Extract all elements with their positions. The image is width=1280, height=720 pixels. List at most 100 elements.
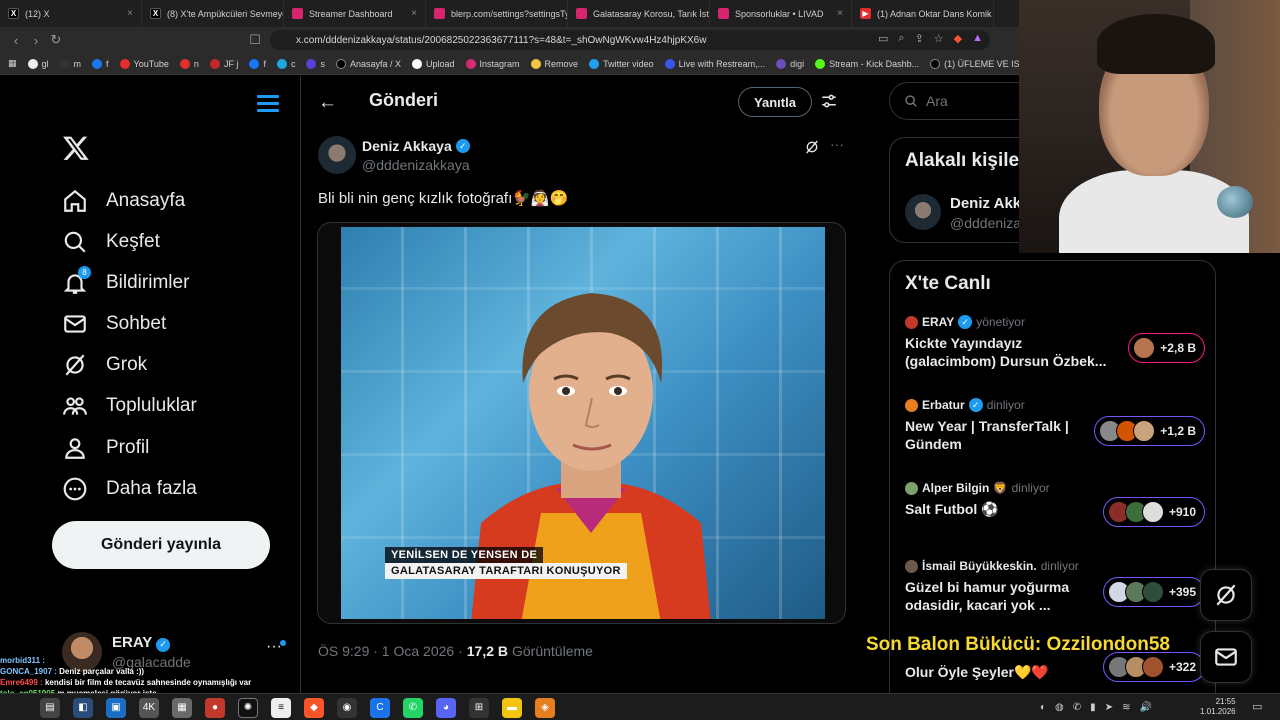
close-icon[interactable]: × xyxy=(837,8,843,19)
avatar[interactable] xyxy=(318,136,356,174)
chatgpt-icon[interactable]: ✺ xyxy=(238,697,258,718)
browser-tab[interactable]: Sponsorluklar • LIVAD × xyxy=(710,0,852,27)
bookmark-item[interactable]: f xyxy=(92,58,109,69)
browser-tab[interactable]: X(8) X'te Ampükcüleri Sevmeyen× xyxy=(142,0,284,27)
bookmark-item[interactable]: Twitter video xyxy=(589,58,654,69)
browser-tab[interactable]: Streamer Dashboard × xyxy=(284,0,426,27)
cast-icon[interactable]: ▭ xyxy=(878,32,888,45)
listeners-pill[interactable]: +910 xyxy=(1102,497,1205,527)
x-logo-icon[interactable] xyxy=(62,134,90,162)
app-icon[interactable]: ▣ xyxy=(106,697,126,718)
bookmark-item[interactable]: c xyxy=(276,58,295,69)
more-options-icon[interactable]: ··· xyxy=(830,136,844,152)
back-icon[interactable]: ‹ xyxy=(6,33,26,48)
discord-icon[interactable]: ◕ xyxy=(436,697,456,718)
tray-icon[interactable]: ◐ xyxy=(1040,702,1046,713)
volume-icon[interactable]: 🔊 xyxy=(1139,702,1151,713)
listeners-pill[interactable]: +322 xyxy=(1102,652,1205,682)
rewards-icon[interactable]: ▲ xyxy=(972,32,983,45)
tweet-timestamp[interactable]: ÖS 9:29 · 1 Oca 2026 · xyxy=(318,643,463,659)
sidebar-item-more[interactable]: Daha fazla xyxy=(62,474,197,504)
messages-fab-button[interactable] xyxy=(1200,631,1252,683)
menu-icon[interactable] xyxy=(257,95,279,116)
tray-icon[interactable]: ◍ xyxy=(1055,702,1064,713)
app-icon[interactable]: ≡ xyxy=(271,697,291,718)
app-icon[interactable]: ● xyxy=(205,697,225,718)
close-icon[interactable]: × xyxy=(127,8,133,19)
live-item[interactable]: Alper Bilgin 🦁 dinliyor Salt Futbol ⚽ +91… xyxy=(905,481,1205,527)
sidebar-item-grok[interactable]: Grok xyxy=(62,350,147,380)
page-title: Gönderi xyxy=(369,90,439,110)
apps-icon[interactable]: ▦ xyxy=(8,58,17,69)
bookmark-item[interactable]: Stream - Kick Dashb... xyxy=(815,58,919,69)
bookmark-item[interactable]: Remove xyxy=(530,58,578,69)
avatar[interactable] xyxy=(905,194,941,230)
grok-icon xyxy=(65,354,85,376)
sidebar-item-communities[interactable]: Topluluklar xyxy=(62,391,197,421)
listeners-pill[interactable]: +395 xyxy=(1102,577,1205,607)
bookmark-item[interactable]: gl xyxy=(27,58,49,69)
app-icon[interactable]: C xyxy=(370,697,390,718)
folder-icon[interactable]: ▬ xyxy=(502,697,522,718)
grok-fab-button[interactable] xyxy=(1200,569,1252,621)
camera-icon[interactable]: ◉ xyxy=(337,697,357,718)
sidebar-item-home[interactable]: Anasayfa xyxy=(62,186,185,216)
back-arrow-icon[interactable]: ← xyxy=(318,92,337,114)
bookmark-item[interactable]: s xyxy=(306,58,325,69)
sidebar-item-chat[interactable]: Sohbet xyxy=(62,309,166,339)
browser-tab[interactable]: Galatasaray Korosu, Tarık İster× xyxy=(568,0,710,27)
webcam-overlay xyxy=(1019,0,1280,253)
author-handle[interactable]: @dddenizakkaya xyxy=(362,157,470,173)
listeners-pill[interactable]: +1,2 B xyxy=(1094,416,1205,446)
brave-shield-icon[interactable]: ◆ xyxy=(954,32,962,45)
close-icon[interactable]: × xyxy=(411,8,417,19)
browser-tab[interactable]: ▶(1) Adnan Oktar Dans Komik× xyxy=(852,0,994,27)
author-name[interactable]: Deniz Akkaya xyxy=(362,138,452,154)
reply-button[interactable]: Yanıtla xyxy=(738,87,812,117)
taskview-icon[interactable]: ▤ xyxy=(40,697,60,718)
tray-icon[interactable]: ▮ xyxy=(1090,702,1096,713)
listeners-pill[interactable]: +2,8 B xyxy=(1128,333,1205,363)
grok-icon[interactable] xyxy=(804,139,820,155)
tray-icon[interactable]: ✆ xyxy=(1073,702,1081,713)
forward-icon[interactable]: › xyxy=(26,33,46,48)
app-icon[interactable]: ▦ xyxy=(172,697,192,718)
share-icon[interactable]: ⇪ xyxy=(915,32,924,45)
star-icon[interactable]: ☆ xyxy=(934,32,944,45)
live-item[interactable]: Olur Öyle Şeyler💛❤️ +322 xyxy=(905,652,1205,682)
bookmark-item[interactable]: n xyxy=(179,58,199,69)
live-item[interactable]: ERAY ✓ yönetiyor Kickte Yayındayız (galaci… xyxy=(905,315,1205,370)
bookmark-item[interactable]: m xyxy=(59,58,81,69)
wifi-icon[interactable]: ≋ xyxy=(1122,702,1130,713)
bookmark-item[interactable]: digi xyxy=(776,58,804,69)
clock[interactable]: 21:55 1.01.2026 xyxy=(1200,697,1236,717)
sidebar-item-explore[interactable]: Keşfet xyxy=(62,227,160,257)
tweet-media[interactable]: YENİLSEN DE YENSEN DE GALATASARAY TARAFT… xyxy=(317,222,846,624)
bookmark-item[interactable]: JF j xyxy=(209,58,238,69)
browser-tab[interactable]: blerp.com/settings?settingsTy× xyxy=(426,0,568,27)
bookmark-item[interactable]: YouTube xyxy=(119,58,169,69)
bookmark-item[interactable]: f xyxy=(249,58,266,69)
bookmark-icon[interactable]: ☐ xyxy=(245,32,265,48)
reload-icon[interactable]: ↻ xyxy=(46,32,66,48)
zoom-icon[interactable]: ⌕ xyxy=(898,32,904,45)
bookmark-item[interactable]: Instagram xyxy=(465,58,520,69)
live-item[interactable]: İsmail Büyükkeskin. dinliyor Güzel bi ham… xyxy=(905,559,1205,614)
brave-icon[interactable]: ◆ xyxy=(304,697,324,718)
sidebar-item-profile[interactable]: Profil xyxy=(62,433,149,463)
bookmark-item[interactable]: Live with Restream,... xyxy=(664,58,765,69)
bookmark-item[interactable]: Upload xyxy=(411,58,455,69)
browser-tab[interactable]: X (12) X × xyxy=(0,0,142,27)
bookmark-item[interactable]: Anasayfa / X xyxy=(335,58,401,69)
tray-icon[interactable]: ➤ xyxy=(1105,702,1113,713)
app-icon[interactable]: ◈ xyxy=(535,697,555,718)
app-icon[interactable]: ◧ xyxy=(73,697,93,718)
settings-sliders-icon[interactable] xyxy=(820,92,838,110)
whatsapp-icon[interactable]: ✆ xyxy=(403,697,423,718)
app-icon[interactable]: ⊞ xyxy=(469,697,489,718)
post-button[interactable]: Gönderi yayınla xyxy=(52,521,270,569)
sidebar-item-notifications[interactable]: 8 Bildirimler xyxy=(62,266,189,298)
notification-icon[interactable]: ▭ xyxy=(1252,700,1262,713)
live-item[interactable]: Erbatur ✓ dinliyor New Year | TransferTalk… xyxy=(905,398,1205,453)
app-icon[interactable]: 4K xyxy=(139,697,159,718)
